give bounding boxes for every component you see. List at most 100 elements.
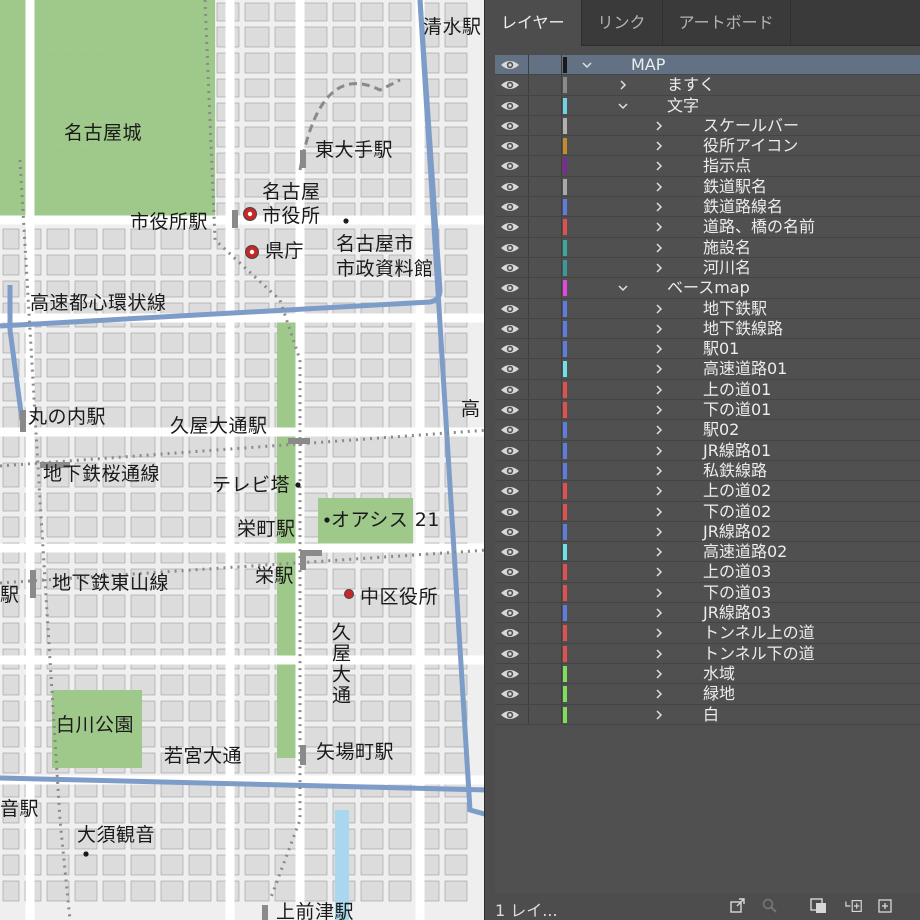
layer-name[interactable]: 私鉄線路 [703,461,767,480]
layer-name[interactable]: ますく [667,76,715,94]
layer-name[interactable]: 河川名 [703,258,751,277]
layer-name[interactable]: ベースmap [667,279,750,297]
layer-row[interactable]: 下の道01 [495,400,920,421]
lock-column[interactable] [528,379,529,400]
chevron-right-icon[interactable] [653,362,665,376]
visibility-eye-icon[interactable] [499,119,521,133]
visibility-eye-icon[interactable] [499,606,521,620]
chevron-right-icon[interactable] [653,565,665,579]
layer-name[interactable]: 上の道03 [703,563,771,581]
layer-row[interactable]: ますく [495,75,920,96]
lock-column[interactable] [528,420,529,440]
visibility-eye-icon[interactable] [499,362,521,376]
layer-row[interactable]: 上の道03 [495,562,920,583]
chevron-right-icon[interactable] [653,159,665,173]
layer-row[interactable]: 役所アイコン [495,136,920,157]
chevron-right-icon[interactable] [653,505,665,519]
visibility-eye-icon[interactable] [499,525,521,539]
layer-name[interactable]: MAP [631,56,665,74]
layer-name[interactable]: 文字 [667,96,699,115]
layer-row[interactable]: 下の道02 [495,501,920,522]
visibility-eye-icon[interactable] [499,241,521,255]
layer-row[interactable]: 上の道02 [495,481,920,502]
layer-name[interactable]: 下の道01 [703,401,771,419]
layer-row[interactable]: 道路、橋の名前 [495,217,920,238]
layer-name[interactable]: JR線路02 [703,522,771,541]
chevron-right-icon[interactable] [653,302,665,316]
layer-row[interactable]: 河川名 [495,257,920,279]
lock-column[interactable] [528,318,529,339]
layer-row[interactable]: トンネル上の道 [495,623,920,644]
chevron-down-icon[interactable] [617,281,629,295]
visibility-eye-icon[interactable] [499,565,521,579]
visibility-eye-icon[interactable] [499,647,521,661]
layer-name[interactable]: 高速道路01 [703,360,787,378]
chevron-right-icon[interactable] [653,464,665,478]
chevron-right-icon[interactable] [653,626,665,640]
chevron-right-icon[interactable] [653,525,665,539]
lock-column[interactable] [528,278,529,298]
lock-column[interactable] [528,704,529,724]
lock-column[interactable] [528,643,529,663]
layer-row[interactable]: MAP [495,55,920,76]
visibility-eye-icon[interactable] [499,484,521,498]
chevron-right-icon[interactable] [653,261,665,275]
layer-name[interactable]: 駅02 [703,421,739,439]
new-layer-icon[interactable] [877,898,895,914]
chevron-right-icon[interactable] [653,423,665,437]
lock-column[interactable] [528,582,529,603]
lock-column[interactable] [528,217,529,237]
chevron-down-icon[interactable] [617,99,629,113]
layer-name[interactable]: 施設名 [703,238,751,257]
visibility-eye-icon[interactable] [499,403,521,417]
layer-row[interactable]: 文字 [495,95,920,116]
chevron-right-icon[interactable] [653,342,665,356]
lock-column[interactable] [528,460,529,481]
chevron-right-icon[interactable] [653,647,665,661]
chevron-right-icon[interactable] [653,606,665,620]
layer-row[interactable]: 高速道路02 [495,542,920,563]
layer-name[interactable]: 鉄道路線名 [703,198,783,216]
visibility-eye-icon[interactable] [499,545,521,559]
make-clipping-mask-icon[interactable] [810,898,828,914]
layer-name[interactable]: 上の道01 [703,380,771,399]
layer-list[interactable]: MAP ますく 文字 スケールバー 役所アイコン 指示点 鉄道駅名 鉄道路線名 道路、橋の名前施… [495,55,920,893]
visibility-eye-icon[interactable] [499,159,521,173]
layer-row[interactable]: スケールバー [495,115,920,137]
chevron-right-icon[interactable] [653,322,665,336]
layer-row[interactable]: 地下鉄駅 [495,298,920,319]
lock-column[interactable] [528,663,529,684]
tab-links[interactable]: リンク [582,0,663,46]
layer-row[interactable]: JR線路03 [495,603,920,624]
visibility-eye-icon[interactable] [499,687,521,701]
layer-row[interactable]: 上の道01 [495,379,920,401]
lock-column[interactable] [528,440,529,460]
visibility-eye-icon[interactable] [499,342,521,356]
visibility-eye-icon[interactable] [499,139,521,153]
lock-column[interactable] [528,603,529,623]
chevron-right-icon[interactable] [653,383,665,397]
layer-row[interactable]: 下の道03 [495,582,920,604]
visibility-eye-icon[interactable] [499,667,521,681]
new-sublayer-icon[interactable] [845,898,863,914]
chevron-right-icon[interactable] [617,78,629,92]
lock-column[interactable] [528,298,529,318]
layer-row[interactable]: 地下鉄線路 [495,318,920,340]
lock-column[interactable] [528,359,529,379]
layer-name[interactable]: スケールバー [703,116,799,135]
layer-row[interactable]: 緑地 [495,684,920,705]
layer-name[interactable]: 鉄道駅名 [703,177,767,196]
chevron-right-icon[interactable] [653,119,665,133]
visibility-eye-icon[interactable] [499,322,521,336]
visibility-eye-icon[interactable] [499,626,521,640]
chevron-right-icon[interactable] [653,139,665,153]
layer-row[interactable]: 施設名 [495,237,920,258]
chevron-right-icon[interactable] [653,667,665,681]
chevron-right-icon[interactable] [653,241,665,255]
tab-layers[interactable]: レイヤー [485,0,582,46]
layer-row[interactable]: JR線路01 [495,440,920,461]
chevron-down-icon[interactable] [581,58,593,72]
chevron-right-icon[interactable] [653,180,665,194]
layer-name[interactable]: 下の道02 [703,502,771,521]
layer-name[interactable]: 上の道02 [703,482,771,500]
